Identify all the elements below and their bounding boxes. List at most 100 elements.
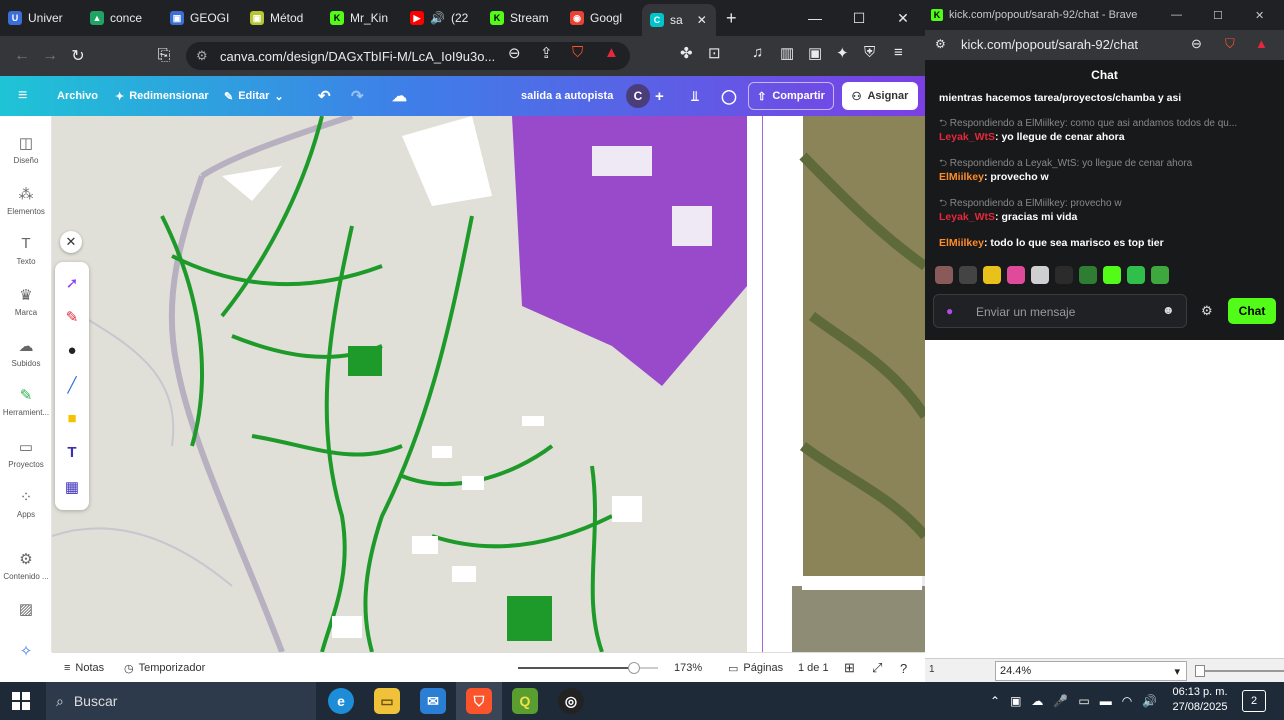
resize-button[interactable]: ✦ Redimensionar (115, 76, 209, 116)
zoom-icon[interactable]: ⊖ (1191, 36, 1202, 52)
close-window-button[interactable]: ✕ (881, 0, 925, 36)
avatar[interactable]: C (626, 84, 650, 108)
mic-icon[interactable]: ● (946, 304, 953, 318)
tab-4[interactable]: ▣ Métod (242, 0, 322, 36)
new-tab-button[interactable]: + (716, 8, 747, 29)
chat-url[interactable]: kick.com/popout/sarah-92/chat (961, 37, 1138, 52)
select-tool-icon[interactable]: ➚ (55, 274, 89, 292)
taskbar-search[interactable]: ⌕ Buscar (46, 682, 316, 720)
zoom-icon[interactable]: ⊖ (508, 44, 521, 62)
chat-username[interactable]: Leyak_WtS (939, 211, 995, 223)
chat-username[interactable]: ElMiilkey (939, 171, 984, 183)
rail-proyectos[interactable]: ▭ Proyectos (0, 438, 52, 469)
chat-username[interactable]: ElMiilkey (939, 237, 984, 249)
viewer-zoom-thumb[interactable] (1195, 665, 1205, 677)
tab-2[interactable]: ▲ conce (82, 0, 162, 36)
zoom-slider[interactable] (518, 662, 658, 674)
mail-icon[interactable]: ✉ (420, 688, 446, 714)
minimize-button[interactable]: — (793, 0, 837, 36)
design-title[interactable]: salida a autopista (521, 76, 613, 116)
edge-icon[interactable]: e (328, 688, 354, 714)
rail-elementos[interactable]: ⁂ Elementos (0, 185, 52, 216)
rail-diseno[interactable]: ◫ Diseño (0, 134, 52, 165)
timer-button[interactable]: ◷ Temporizador (124, 653, 205, 683)
text-tool-icon[interactable]: T (55, 444, 89, 461)
chat-input[interactable]: ● Enviar un mensaje ☻ (933, 294, 1187, 328)
tab-9-active[interactable]: Csa ✕ (642, 4, 716, 36)
music-icon[interactable]: ♫ (752, 44, 763, 61)
cloud-save-icon[interactable]: ☁ (392, 76, 407, 116)
tab-5[interactable]: K Mr_Kin (322, 0, 402, 36)
emote-icon[interactable] (983, 266, 1001, 284)
emoji-icon[interactable]: ☻ (1162, 303, 1175, 317)
emote-icon[interactable] (1151, 266, 1169, 284)
rail-photo[interactable]: ▨ (0, 600, 52, 622)
notes-button[interactable]: ≡ Notas (64, 653, 104, 683)
fullscreen-icon[interactable]: ⤢ (872, 653, 882, 683)
url-bar[interactable]: ⚙ canva.com/design/DAGxTbIFi-M/LcA_IoI9u… (186, 42, 630, 70)
insights-icon[interactable]: ⫫ (682, 82, 708, 110)
mic-icon[interactable]: 🎤 (1053, 694, 1068, 708)
rail-texto[interactable]: T Texto (0, 235, 52, 266)
tab-1[interactable]: U Univer (0, 0, 82, 36)
wifi-icon[interactable]: ◠ (1122, 694, 1132, 708)
pages-button[interactable]: ▭ Páginas (728, 653, 783, 683)
tab-8[interactable]: ◉ Googl (562, 0, 642, 36)
comment-icon[interactable]: ◯ (716, 82, 742, 110)
battery-icon[interactable]: ▬ (1100, 694, 1112, 708)
redo-button[interactable]: ↷ (351, 76, 364, 116)
close-tab-icon[interactable]: ✕ (697, 13, 707, 27)
site-info-icon[interactable]: ⚙ (935, 37, 946, 51)
pen-tool-icon[interactable]: ✎ (55, 308, 89, 326)
forward-button[interactable]: → (36, 42, 64, 70)
site-info-icon[interactable]: ⚙ (196, 48, 208, 64)
line-tool-icon[interactable]: ╱ (55, 376, 89, 394)
close-tools-button[interactable]: ✕ (60, 231, 82, 253)
tab-3[interactable]: ▣ GEOGI (162, 0, 242, 36)
minimize-button[interactable]: — (1171, 9, 1182, 21)
vpn-icon[interactable]: ⛨ (864, 44, 875, 61)
clock[interactable]: 06:13 p. m. 27/08/2025 (1168, 685, 1232, 715)
edit-menu[interactable]: ✎ Editar ⌄ (224, 76, 284, 116)
brave-rewards-icon[interactable]: ▲ (604, 44, 619, 61)
chevron-up-icon[interactable]: ⌃ (990, 694, 1000, 708)
bookmark-icon[interactable]: ⎘ (150, 42, 178, 70)
viewer-zoom-slider[interactable] (1195, 665, 1284, 677)
leo-icon[interactable]: ✦ (836, 44, 849, 62)
tab-6[interactable]: ▶ 🔊 (22 (402, 0, 482, 36)
screenshot-icon[interactable]: ⊡ (708, 44, 721, 62)
obs-icon[interactable]: ◎ (558, 688, 584, 714)
emote-icon[interactable] (1079, 266, 1097, 284)
emote-icon[interactable] (1127, 266, 1145, 284)
rail-herramientas[interactable]: ✎ Herramient... (0, 386, 52, 417)
emote-icon[interactable] (1031, 266, 1049, 284)
emote-icon[interactable] (1007, 266, 1025, 284)
emote-icon[interactable] (959, 266, 977, 284)
zoom-slider-thumb[interactable] (628, 662, 641, 674)
start-button[interactable] (12, 692, 30, 710)
magic-button[interactable]: ✧ (0, 642, 52, 664)
maximize-button[interactable]: ☐ (1213, 9, 1223, 22)
cloud-icon[interactable]: ☁ (1031, 694, 1043, 708)
reload-button[interactable]: ↻ (64, 42, 92, 70)
emote-icon[interactable] (935, 266, 953, 284)
tab-7[interactable]: K Stream (482, 0, 562, 36)
emote-icon[interactable] (1103, 266, 1121, 284)
grid-view-icon[interactable]: ⊞ (844, 653, 855, 683)
marker-tool-icon[interactable]: ● (55, 342, 89, 359)
share-button[interactable]: ⇧ Compartir (748, 82, 834, 110)
sidebar-icon[interactable]: ▥ (780, 44, 794, 62)
undo-button[interactable]: ↶ (318, 76, 331, 116)
volume-icon[interactable]: 🔊 (1142, 694, 1157, 708)
close-window-button[interactable]: ✕ (1255, 9, 1264, 22)
table-tool-icon[interactable]: ▦ (55, 478, 89, 496)
notification-button[interactable]: 2 (1242, 690, 1266, 712)
emote-icon[interactable] (1055, 266, 1073, 284)
extensions-icon[interactable]: ✤ (680, 44, 693, 62)
zoom-dropdown[interactable]: 24.4% ▾ (995, 661, 1187, 681)
share-icon[interactable]: ⇪ (540, 44, 553, 62)
brave-icon[interactable]: ⛉ (466, 688, 492, 714)
file-explorer-icon[interactable]: ▭ (374, 688, 400, 714)
rail-apps[interactable]: ⁘ Apps (0, 488, 52, 519)
design-canvas[interactable] (52, 116, 925, 652)
